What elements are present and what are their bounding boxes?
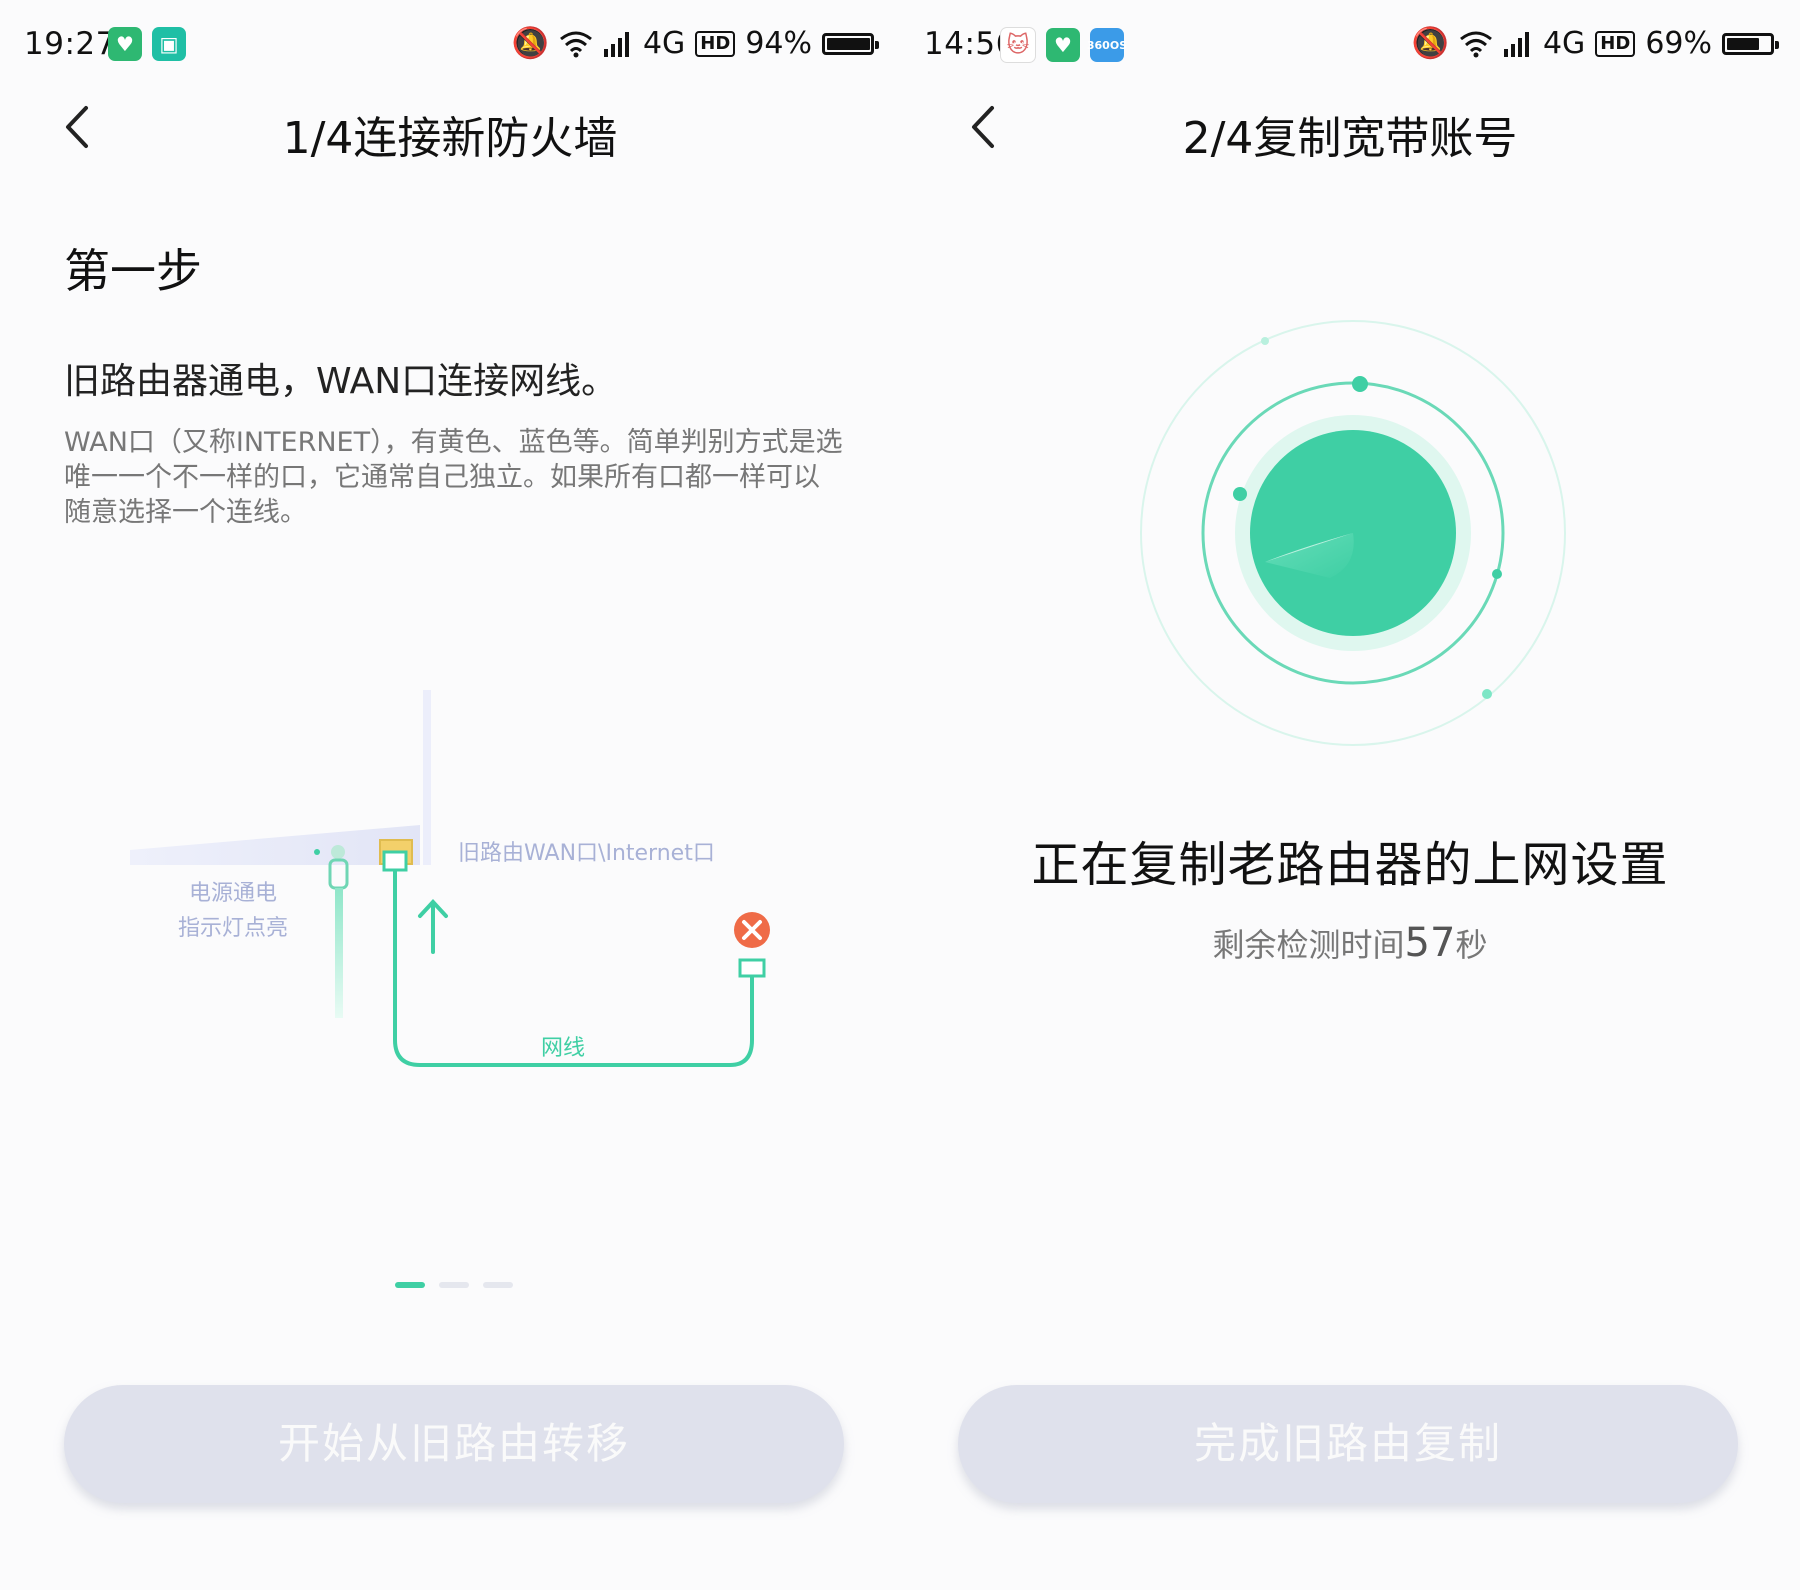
battery-percent: 69% (1645, 26, 1712, 61)
countdown-prefix: 剩余检测时间 (1212, 926, 1405, 964)
wan-plug (382, 850, 408, 872)
hd-badge: HD (1595, 30, 1636, 57)
mute-bell-icon: 🔕 (1411, 26, 1449, 61)
wan-port-label: 旧路由WAN口\Internet口 (458, 841, 715, 866)
wiring-diagram: 电源通电 指示灯点亮 旧路由WAN口\Internet口 网线 (130, 690, 770, 1067)
step-title: 第一步 (64, 244, 202, 298)
page-dot (483, 1282, 513, 1288)
wifi-icon (560, 31, 592, 57)
page-dot-active (395, 1282, 425, 1288)
os-app-icon: 360 OS (1087, 28, 1127, 62)
copy-status-text: 正在复制老路由器的上网设置 (1031, 837, 1669, 893)
screen-step-2: 14:56 🐱 ♥ 360 OS 🔕 4G HD 69% 2/4复制宽带账号 正… (900, 0, 1800, 1590)
countdown-text: 剩余检测时间57秒 (900, 920, 1800, 966)
page-indicator (395, 1282, 513, 1288)
orbit-dot (1482, 689, 1492, 699)
signal-icon (1503, 31, 1529, 57)
mute-bell-icon: 🔕 (511, 26, 549, 61)
power-label-line1: 电源通电 (189, 881, 277, 906)
router-body (130, 825, 420, 865)
orbit-dot (1261, 337, 1269, 345)
cat-app-icon: 🐱 (1000, 27, 1036, 63)
router-antenna (423, 690, 431, 865)
scanning-radar-animation (1140, 320, 1566, 746)
network-type: 4G (642, 26, 686, 61)
hd-badge: HD (695, 30, 736, 57)
status-time: 19:27 (24, 26, 116, 62)
cable-end-plug (738, 958, 766, 978)
signal-icon (603, 31, 629, 57)
orbit-dot (1352, 376, 1368, 392)
countdown-unit: 秒 (1455, 926, 1488, 964)
status-bar: 19:27 ♥ ▣ 🔕 4G HD 94% (0, 20, 900, 70)
power-label-line2: 指示灯点亮 (178, 916, 288, 941)
screen-step-1: 19:27 ♥ ▣ 🔕 4G HD 94% 1/4连接新防火墙 第一步 旧路由器… (0, 0, 900, 1590)
battery-icon (822, 32, 879, 55)
orbit-dot (1233, 487, 1247, 501)
battery-icon (1722, 32, 1779, 55)
step-description: WAN口（又称INTERNET），有黄色、蓝色等。简单判别方式是选唯一一个不一样… (64, 427, 843, 528)
shield-app-icon: ♥ (108, 27, 142, 61)
nav-bar: 2/4复制宽带账号 (900, 90, 1800, 170)
countdown-value: 57 (1404, 920, 1456, 966)
battery-percent: 94% (745, 26, 812, 61)
page-title: 1/4连接新防火墙 (282, 113, 618, 164)
orbit-dot (1492, 569, 1502, 579)
power-port (331, 845, 345, 859)
scan-app-icon: ▣ (152, 27, 186, 61)
step-subtitle: 旧路由器通电，WAN口连接网线。 (64, 361, 618, 402)
page-title: 2/4复制宽带账号 (1182, 113, 1518, 164)
power-cable (335, 888, 343, 1018)
shield-app-icon: ♥ (1046, 28, 1080, 62)
wifi-icon (1460, 31, 1492, 57)
status-bar: 14:56 🐱 ♥ 360 OS 🔕 4G HD 69% (900, 20, 1800, 70)
up-arrow-icon (418, 899, 448, 954)
power-indicator-light (314, 849, 320, 855)
start-transfer-button[interactable]: 开始从旧路由转移 (64, 1385, 844, 1503)
finish-copy-button[interactable]: 完成旧路由复制 (958, 1385, 1738, 1503)
cable-label: 网线 (541, 1036, 585, 1061)
network-type: 4G (1542, 26, 1586, 61)
nav-bar: 1/4连接新防火墙 (0, 90, 900, 170)
page-dot (439, 1282, 469, 1288)
